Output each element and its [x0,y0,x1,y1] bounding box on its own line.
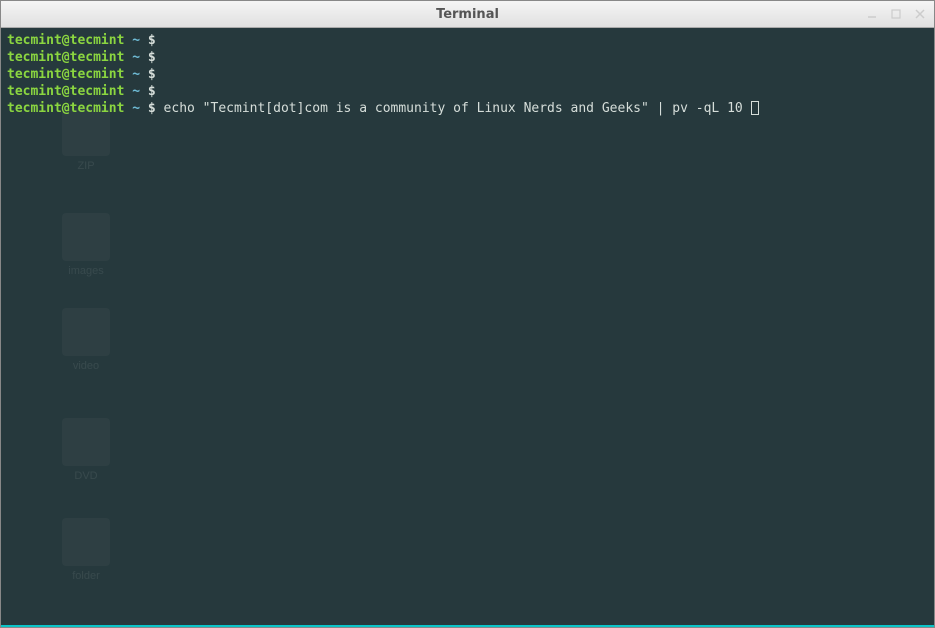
prompt-symbol: $ [148,101,156,116]
prompt-path: ~ [132,84,140,99]
terminal-body[interactable]: ZIP images video DVD folder tecmint@tecm… [1,28,934,627]
terminal-line: tecmint@tecmint ~ $ [7,49,928,66]
prompt-user: tecmint@tecmint [7,50,124,65]
prompt-symbol: $ [148,67,156,82]
prompt-path: ~ [132,101,140,116]
terminal-window: Terminal ZIP images video DV [0,0,935,628]
cursor [751,101,759,115]
close-icon [914,8,926,20]
terminal-line: tecmint@tecmint ~ $ [7,66,928,83]
titlebar[interactable]: Terminal [1,1,934,28]
terminal-line: tecmint@tecmint ~ $ echo "Tecmint[dot]co… [7,100,928,117]
prompt-path: ~ [132,67,140,82]
prompt-symbol: $ [148,84,156,99]
ghost-icon: DVD [31,418,141,483]
close-button[interactable] [912,6,928,22]
ghost-icon: video [31,308,141,373]
terminal-line: tecmint@tecmint ~ $ [7,83,928,100]
prompt-user: tecmint@tecmint [7,67,124,82]
minimize-icon [866,8,878,20]
maximize-icon [890,8,902,20]
window-title: Terminal [436,7,499,22]
prompt-path: ~ [132,50,140,65]
minimize-button[interactable] [864,6,880,22]
maximize-button[interactable] [888,6,904,22]
prompt-symbol: $ [148,50,156,65]
command-text: echo "Tecmint[dot]com is a community of … [164,101,743,116]
prompt-user: tecmint@tecmint [7,33,124,48]
prompt-symbol: $ [148,33,156,48]
ghost-icon: ZIP [31,108,141,173]
prompt-path: ~ [132,33,140,48]
ghost-icon: folder [31,518,141,583]
window-controls [864,1,928,27]
terminal-content: tecmint@tecmint ~ $ tecmint@tecmint ~ $ … [7,32,928,117]
terminal-line: tecmint@tecmint ~ $ [7,32,928,49]
desktop-ghost-layer: ZIP images video DVD folder [1,28,934,625]
ghost-icon: images [31,213,141,278]
prompt-user: tecmint@tecmint [7,101,124,116]
prompt-user: tecmint@tecmint [7,84,124,99]
